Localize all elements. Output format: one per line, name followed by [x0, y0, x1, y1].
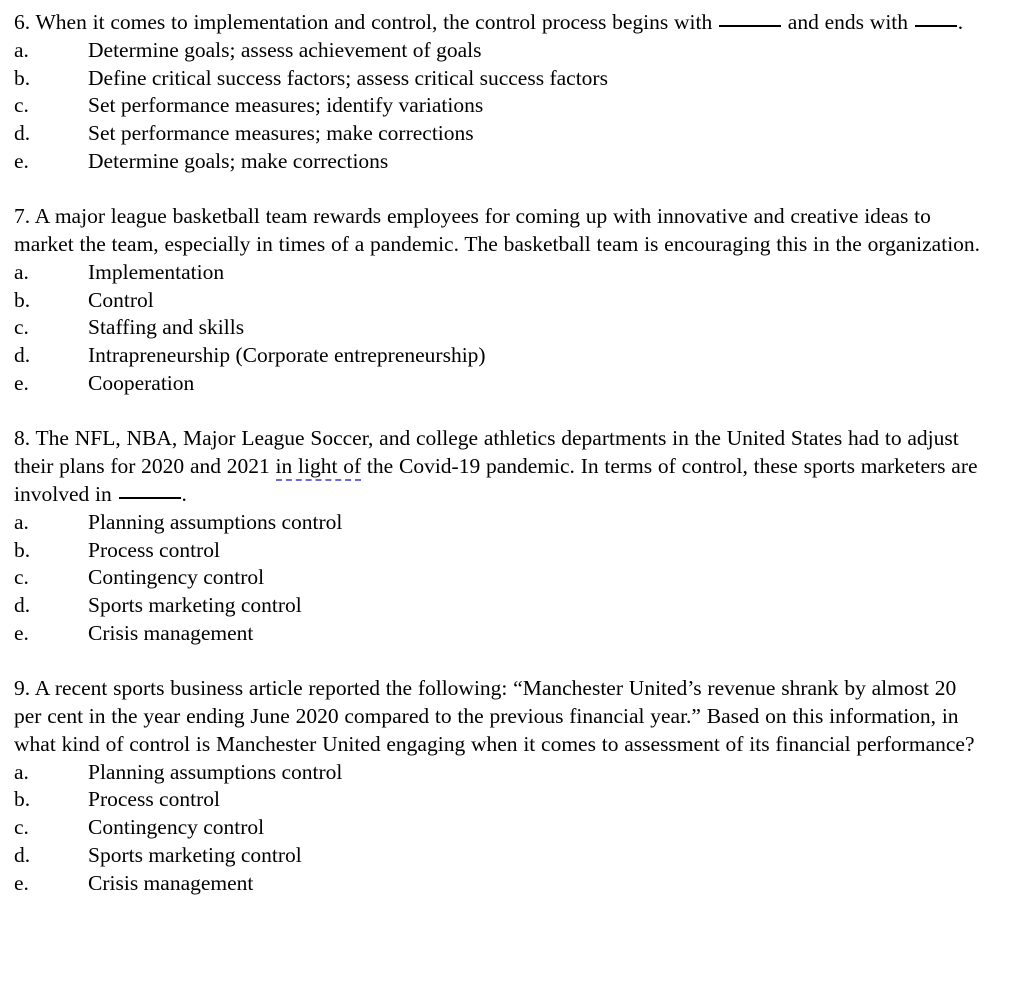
option-text: Crisis management — [88, 620, 254, 645]
question-stem-9: 9. A recent sports business article repo… — [14, 676, 975, 756]
question-block-7: 7. A major league basketball team reward… — [0, 203, 1024, 398]
option-row[interactable]: a. Planning assumptions control — [0, 509, 1024, 537]
option-row[interactable]: e. Determine goals; make corrections — [0, 148, 1024, 176]
option-letter: b. — [14, 65, 31, 90]
option-letter: d. — [14, 843, 31, 868]
option-text: Planning assumptions control — [88, 509, 343, 534]
question-stem-8: 8. The NFL, NBA, Major League Soccer, an… — [0, 425, 1024, 508]
option-row[interactable]: c. Contingency control — [0, 814, 1024, 842]
option-row[interactable]: b. Define critical success factors; asse… — [0, 65, 1024, 93]
option-letter: c. — [14, 93, 29, 118]
option-letter: e. — [14, 870, 29, 895]
option-row[interactable]: e. Crisis management — [0, 870, 1024, 898]
option-text: Implementation — [88, 259, 225, 284]
option-letter: a. — [14, 37, 29, 62]
option-row[interactable]: d. Set performance measures; make correc… — [0, 120, 1024, 148]
answer-blank-6-2 — [914, 25, 957, 27]
option-text: Sports marketing control — [88, 843, 302, 868]
option-row[interactable]: b. Process control — [0, 786, 1024, 814]
question-block-9: 9. A recent sports business article repo… — [0, 675, 1024, 897]
question-stem-7: 7. A major league basketball team reward… — [14, 204, 981, 257]
option-row[interactable]: a. Determine goals; assess achievement o… — [0, 37, 1024, 65]
option-text: Determine goals; assess achievement of g… — [88, 37, 482, 62]
option-text: Contingency control — [88, 565, 265, 590]
option-row[interactable]: b. Control — [0, 287, 1024, 315]
option-row[interactable]: d. Intrapreneurship (Corporate entrepren… — [0, 342, 1024, 370]
question-stem-6-part1: 6. When it comes to implementation and c… — [14, 10, 719, 34]
option-letter: c. — [14, 815, 29, 840]
option-letter: e. — [14, 148, 29, 173]
option-text: Contingency control — [88, 815, 265, 840]
option-row[interactable]: d. Sports marketing control — [0, 842, 1024, 870]
option-text: Intrapreneurship (Corporate entrepreneur… — [88, 343, 486, 368]
grammar-suggestion-underline[interactable]: in light of — [275, 454, 362, 482]
question-stem-6-part3: . — [957, 10, 964, 34]
question-stem-6: 6. When it comes to implementation and c… — [0, 9, 1024, 37]
option-row[interactable]: e. Crisis management — [0, 620, 1024, 648]
option-letter: c. — [14, 565, 29, 590]
option-letter: d. — [14, 593, 31, 618]
option-text: Control — [88, 287, 154, 312]
option-text: Sports marketing control — [88, 593, 302, 618]
option-letter: a. — [14, 509, 29, 534]
option-row[interactable]: a. Planning assumptions control — [0, 759, 1024, 787]
option-row[interactable]: d. Sports marketing control — [0, 592, 1024, 620]
option-letter: e. — [14, 371, 29, 396]
question-stem-8-part3: . — [181, 481, 187, 506]
option-letter: b. — [14, 787, 31, 812]
option-row[interactable]: c. Set performance measures; identify va… — [0, 92, 1024, 120]
option-row[interactable]: c. Contingency control — [0, 564, 1024, 592]
option-text: Staffing and skills — [88, 315, 245, 340]
top-spacer — [0, 0, 1024, 9]
option-row[interactable]: a. Implementation — [0, 259, 1024, 287]
option-letter: a. — [14, 759, 29, 784]
option-text: Process control — [88, 537, 220, 562]
answer-blank-6-1 — [719, 25, 782, 27]
document-page: 6. When it comes to implementation and c… — [0, 0, 1024, 984]
option-text: Set performance measures; identify varia… — [88, 93, 484, 118]
option-row[interactable]: e. Cooperation — [0, 370, 1024, 398]
option-text: Define critical success factors; assess … — [88, 65, 608, 90]
option-letter: b. — [14, 537, 31, 562]
question-block-8: 8. The NFL, NBA, Major League Soccer, an… — [0, 425, 1024, 647]
option-letter: a. — [14, 259, 29, 284]
option-text: Process control — [88, 787, 220, 812]
option-text: Cooperation — [88, 371, 195, 396]
answer-blank-8-1 — [118, 496, 181, 499]
option-letter: d. — [14, 343, 31, 368]
option-row[interactable]: b. Process control — [0, 537, 1024, 565]
question-stem-6-part2: and ends with — [782, 10, 914, 34]
option-text: Determine goals; make corrections — [88, 148, 389, 173]
option-letter: b. — [14, 287, 31, 312]
option-letter: e. — [14, 620, 29, 645]
option-row[interactable]: c. Staffing and skills — [0, 314, 1024, 342]
question-block-6: 6. When it comes to implementation and c… — [0, 9, 1024, 176]
option-text: Crisis management — [88, 870, 254, 895]
option-letter: c. — [14, 315, 29, 340]
option-text: Set performance measures; make correctio… — [88, 121, 474, 146]
option-text: Planning assumptions control — [88, 759, 343, 784]
option-letter: d. — [14, 121, 31, 146]
